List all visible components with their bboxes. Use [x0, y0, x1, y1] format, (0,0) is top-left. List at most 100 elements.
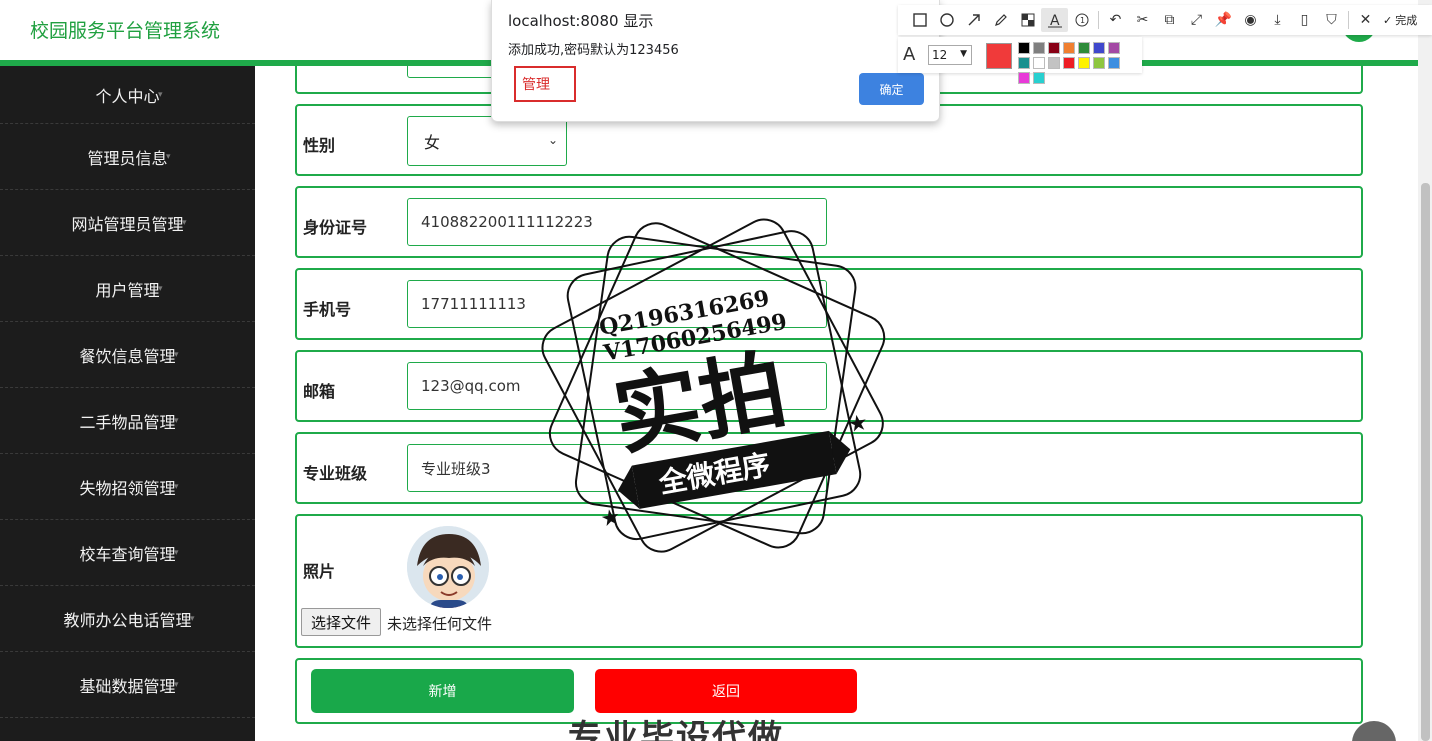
color-swatch[interactable] [1033, 57, 1045, 69]
sidebar-item-users[interactable]: 用户管理 ▾ [0, 256, 255, 322]
watermark-bottom-text: 专业毕设代做 [568, 718, 784, 741]
page-scrollbar[interactable] [1418, 0, 1432, 741]
toolbar-divider [1348, 11, 1349, 29]
annotation-text-box[interactable]: 管理 [514, 66, 576, 102]
major-class-label: 专业班级 [303, 464, 368, 483]
number-marker-icon[interactable]: 1 [1068, 8, 1095, 32]
sidebar-item-teacher-phone[interactable]: 教师办公电话管理 ▾ [0, 586, 255, 652]
color-swatch[interactable] [1048, 57, 1060, 69]
form-row-photo: 照片 选择文件 未选择任何文件 [295, 514, 1363, 648]
rectangle-icon[interactable] [906, 8, 933, 32]
form-row-major-class: 专业班级 专业班级3 [295, 432, 1363, 504]
sidebar-item-personal-center[interactable]: 个人中心 ▾ [0, 66, 255, 124]
ellipse-icon[interactable] [933, 8, 960, 32]
color-swatch[interactable] [1108, 57, 1120, 69]
toolbar-divider [1098, 11, 1099, 29]
color-swatch[interactable] [1048, 42, 1060, 54]
sidebar: 个人中心 ▾ 管理员信息 ▾ 网站管理员管理 ▾ 用户管理 ▾ 餐饮信息管理 ▾… [0, 66, 255, 741]
chevron-down-icon: ▼ [960, 49, 967, 59]
alert-dialog: localhost:8080 显示 添加成功,密码默认为123456 管理 确定 [491, 0, 940, 122]
pin-icon[interactable]: 📌 [1210, 8, 1237, 32]
font-size-value: 12 [932, 48, 948, 62]
sidebar-item-base-data[interactable]: 基础数据管理 ▾ [0, 652, 255, 718]
email-label: 邮箱 [303, 382, 336, 401]
main-content: 性别 女 ⌄ 身份证号 410882200111112223 手机号 17711… [255, 66, 1418, 741]
current-color-swatch[interactable] [986, 43, 1012, 69]
color-palette [1018, 42, 1120, 84]
sidebar-item-catering[interactable]: 餐饮信息管理 ▾ [0, 322, 255, 388]
scissors-icon[interactable]: ✂ [1129, 8, 1156, 32]
sidebar-item-lost-found[interactable]: 失物招领管理 ▾ [0, 454, 255, 520]
color-swatch[interactable] [1033, 42, 1045, 54]
color-swatch[interactable] [1018, 72, 1030, 84]
close-icon[interactable]: ✕ [1352, 8, 1379, 32]
arrow-icon[interactable] [960, 8, 987, 32]
color-swatch[interactable] [1093, 42, 1105, 54]
chevron-down-icon: ▾ [158, 283, 163, 294]
choose-file-button[interactable]: 选择文件 [301, 608, 381, 636]
sidebar-item-label: 管理员信息 [87, 148, 168, 168]
sidebar-item-second-hand[interactable]: 二手物品管理 ▾ [0, 388, 255, 454]
email-input[interactable]: 123@qq.com [407, 362, 827, 410]
download-icon[interactable]: ⤓ [1264, 8, 1291, 32]
color-swatch[interactable] [1108, 42, 1120, 54]
cartoon-avatar-icon [407, 526, 489, 608]
text-style-bar: A 12 ▼ [898, 37, 1142, 84]
color-swatch[interactable] [1033, 72, 1045, 84]
back-button[interactable]: 返回 [595, 669, 857, 713]
screenshot-toolbar: A 1 ↶ ✂ ⧉ ⤢ 📌 ◉ ⤓ ▯ ⛉ ✕ ✓ 完成 [898, 5, 1432, 35]
chevron-down-icon: ▾ [174, 547, 179, 558]
chevron-down-icon: ▾ [158, 89, 163, 100]
color-swatch[interactable] [1078, 42, 1090, 54]
sidebar-item-label: 校车查询管理 [79, 544, 176, 564]
gender-select[interactable]: 女 ⌄ [407, 116, 567, 166]
id-card-label: 身份证号 [303, 218, 368, 237]
sidebar-item-label: 网站管理员管理 [71, 214, 184, 234]
chevron-down-icon: ▾ [166, 151, 171, 162]
color-swatch[interactable] [1018, 42, 1030, 54]
page: 校园服务平台管理系统 个人中心 ▾ 管理员信息 ▾ 网站管理员管理 ▾ 用户管理… [0, 0, 1432, 741]
photo-preview [407, 526, 489, 608]
done-label: 完成 [1395, 14, 1418, 27]
color-swatch[interactable] [1018, 57, 1030, 69]
ok-button[interactable]: 确定 [859, 73, 924, 105]
color-swatch[interactable] [1063, 57, 1075, 69]
done-button[interactable]: ✓ 完成 [1379, 12, 1417, 28]
gender-label: 性别 [303, 136, 336, 155]
sidebar-item-admin-info[interactable]: 管理员信息 ▾ [0, 124, 255, 190]
mosaic-icon[interactable] [1014, 8, 1041, 32]
phone-icon[interactable]: ▯ [1291, 8, 1318, 32]
scrollbar-thumb[interactable] [1421, 183, 1430, 741]
text-tool-icon[interactable]: A [1041, 8, 1068, 32]
gender-select-value: 女 [424, 133, 441, 152]
font-size-select[interactable]: 12 ▼ [928, 45, 972, 65]
id-card-input[interactable]: 410882200111112223 [407, 198, 827, 246]
sidebar-item-label: 用户管理 [95, 280, 160, 300]
color-swatch[interactable] [1063, 42, 1075, 54]
record-icon[interactable]: ◉ [1237, 8, 1264, 32]
check-icon: ✓ [1383, 13, 1393, 27]
sidebar-item-label: 个人中心 [95, 86, 160, 106]
chevron-down-icon: ▾ [190, 613, 195, 624]
color-swatch[interactable] [1078, 57, 1090, 69]
pencil-icon[interactable] [987, 8, 1014, 32]
chevron-down-icon: ⌄ [547, 133, 558, 147]
add-button[interactable]: 新增 [311, 669, 574, 713]
app-title: 校园服务平台管理系统 [30, 20, 221, 42]
dialog-title: localhost:8080 显示 [508, 12, 654, 30]
phone-input[interactable]: 17711111113 [407, 280, 827, 328]
form-row-actions: 新增 返回 [295, 658, 1363, 724]
sidebar-item-label: 基础数据管理 [79, 676, 176, 696]
undo-icon[interactable]: ↶ [1102, 8, 1129, 32]
sidebar-item-site-admin[interactable]: 网站管理员管理 ▾ [0, 190, 255, 256]
major-class-input[interactable]: 专业班级3 [407, 444, 827, 492]
sidebar-item-school-bus[interactable]: 校车查询管理 ▾ [0, 520, 255, 586]
translate-icon[interactable]: ⧉ [1156, 8, 1183, 32]
form-row-email: 邮箱 123@qq.com [295, 350, 1363, 422]
bookmark-icon[interactable]: ⛉ [1318, 8, 1345, 32]
svg-text:1: 1 [1080, 16, 1085, 25]
color-swatch[interactable] [1093, 57, 1105, 69]
expand-icon[interactable]: ⤢ [1183, 8, 1210, 32]
chevron-down-icon: ▾ [174, 349, 179, 360]
form-row-phone: 手机号 17711111113 [295, 268, 1363, 340]
